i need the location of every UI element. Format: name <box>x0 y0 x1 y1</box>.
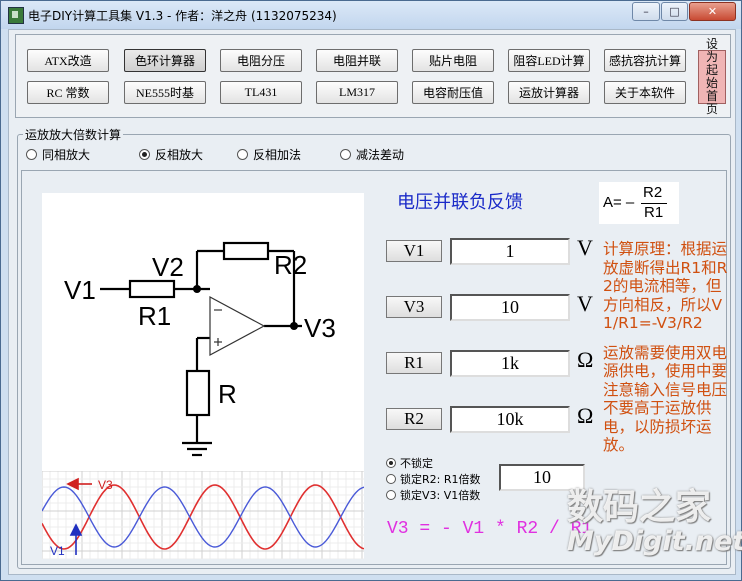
lock-v3-radio[interactable]: 锁定V3: V1倍数 <box>386 487 480 503</box>
r1-unit: Ω <box>577 347 594 372</box>
mode-radio-noninverting[interactable]: 同相放大 <box>26 146 90 163</box>
schematic-drawing: V1 V2 R2 V3 R1 R <box>64 241 336 457</box>
close-button[interactable]: ✕ <box>689 2 736 21</box>
lock-r2-radio[interactable]: 锁定R2: R1倍数 <box>386 471 481 487</box>
radio-circle-selected[interactable] <box>386 458 396 468</box>
title-bar[interactable]: 电子DIY计算工具集 V1.3 - 作者：洋之舟 (1132075234) – … <box>1 1 741 29</box>
watermark-cn: 数码之家 <box>567 487 712 528</box>
result-equation: V3 = - V1 * R2 / R1 <box>387 519 593 539</box>
maximize-button[interactable]: □ <box>661 2 688 21</box>
divider-button[interactable]: 电阻分压 <box>220 49 302 72</box>
v1-button[interactable]: V1 <box>386 240 442 262</box>
wave-label-v1: V1 <box>50 544 65 558</box>
label-v1: V1 <box>64 275 96 305</box>
waveform-graph: V3 V1 <box>41 470 365 560</box>
junction-dot <box>193 285 201 293</box>
mode-radio-differential[interactable]: 减法差动 <box>340 146 404 163</box>
smd-resistor-button[interactable]: 贴片电阻 <box>412 49 494 72</box>
parallel-button[interactable]: 电阻并联 <box>316 49 398 72</box>
led-calc-button[interactable]: 阻容LED计算 <box>508 49 590 72</box>
circuit-title: 电压并联负反馈 <box>397 192 523 213</box>
atx-button[interactable]: ATX改造 <box>27 49 109 72</box>
v1-input[interactable]: 1 <box>450 238 570 265</box>
principle-text: 计算原理：根据运放虚断得出R1和R2的电流相等，但方向相反，所以V1/R1=-V… <box>603 240 728 332</box>
window-title: 电子DIY计算工具集 V1.3 - 作者：洋之舟 (1132075234) <box>28 9 337 23</box>
v1-unit: V <box>577 235 593 260</box>
radio-circle[interactable] <box>26 149 37 160</box>
client-area: ATX改造 色环计算器 电阻分压 电阻并联 贴片电阻 阻容LED计算 感抗容抗计… <box>8 29 742 575</box>
radio-circle[interactable] <box>386 490 396 500</box>
output-dot <box>290 322 298 330</box>
tl431-button[interactable]: TL431 <box>220 81 302 104</box>
label-r: R <box>218 379 237 409</box>
capacitor-voltage-button[interactable]: 电容耐压值 <box>412 81 494 104</box>
toolbar-panel: ATX改造 色环计算器 电阻分压 电阻并联 贴片电阻 阻容LED计算 感抗容抗计… <box>15 34 731 118</box>
r1-button[interactable]: R1 <box>386 352 442 374</box>
label-r1: R1 <box>138 301 171 331</box>
lm317-button[interactable]: LM317 <box>316 81 398 104</box>
app-window: 电子DIY计算工具集 V1.3 - 作者：洋之舟 (1132075234) – … <box>0 0 742 581</box>
radio-circle[interactable] <box>340 149 351 160</box>
formula-denominator: R1 <box>644 204 664 221</box>
reactance-button[interactable]: 感抗容抗计算 <box>604 49 686 72</box>
explanation-text: 计算原理：根据运放虚断得出R1和R2的电流相等，但方向相反，所以V1/R1=-V… <box>603 240 731 466</box>
ne555-button[interactable]: NE555时基 <box>124 81 206 104</box>
label-v2: V2 <box>152 252 184 282</box>
r2-unit: Ω <box>577 403 594 428</box>
mode-radio-inverting[interactable]: 反相放大 <box>139 146 203 163</box>
waveform-drawing: V3 V1 <box>41 470 365 560</box>
about-button[interactable]: 关于本软件 <box>604 81 686 104</box>
watermark-en: MyDigit.net <box>567 526 742 557</box>
v3-unit: V <box>577 291 593 316</box>
r1-input[interactable]: 1k <box>450 350 570 377</box>
radio-circle-selected[interactable] <box>139 149 150 160</box>
r2-input[interactable]: 10k <box>450 406 570 433</box>
mode-radio-inverting-adder[interactable]: 反相加法 <box>237 146 301 163</box>
v3-input[interactable]: 10 <box>450 294 570 321</box>
app-icon <box>8 7 24 24</box>
color-ring-button[interactable]: 色环计算器 <box>124 49 206 72</box>
group-title: 运放放大倍数计算 <box>23 126 124 143</box>
label-v3: V3 <box>304 313 336 343</box>
wave-label-v3: V3 <box>98 478 113 492</box>
set-home-button[interactable]: 设为起始首页 <box>698 38 726 116</box>
radio-circle[interactable] <box>237 149 248 160</box>
radio-circle[interactable] <box>386 474 396 484</box>
note-text: 运放需要使用双电源供电，使用中要注意输入信号电压不要高于运放供电，以防损坏运放。 <box>603 343 728 455</box>
circuit-schematic: V1 V2 R2 V3 R1 R <box>42 193 364 471</box>
formula-lhs: A= – <box>603 194 635 211</box>
lock-none-radio[interactable]: 不锁定 <box>386 455 433 471</box>
minimize-button[interactable]: – <box>632 2 660 21</box>
v3-button[interactable]: V3 <box>386 296 442 318</box>
formula-numerator: R2 <box>643 184 663 201</box>
label-r2: R2 <box>274 250 307 280</box>
rc-constant-button[interactable]: RC 常数 <box>27 81 109 104</box>
watermark: 数码之家 MyDigit.net <box>567 478 742 566</box>
gain-formula: A= – R2 R1 <box>599 182 679 224</box>
r2-button[interactable]: R2 <box>386 408 442 430</box>
opamp-calc-button[interactable]: 运放计算器 <box>508 81 590 104</box>
